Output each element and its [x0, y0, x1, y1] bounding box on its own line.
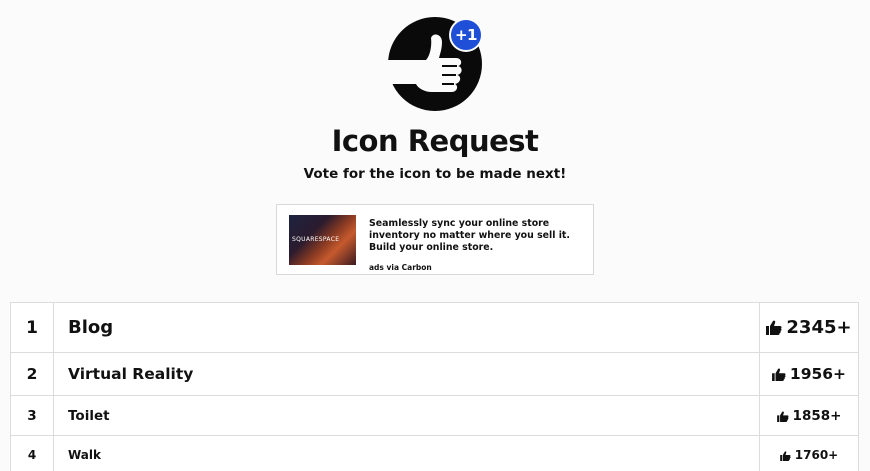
request-table: 1 Blog 2345+ 2 Virtual Reality 1956+ 3 T… [10, 302, 859, 471]
table-row[interactable]: 1 Blog 2345+ [10, 302, 859, 353]
request-name[interactable]: Virtual Reality [53, 352, 760, 396]
ad-brand: SQUARESPACE [292, 236, 340, 243]
page: +1 Icon Request Vote for the icon to be … [0, 0, 870, 471]
thumbs-up-icon [779, 450, 791, 461]
thumbs-up-icon [771, 368, 786, 381]
page-title: Icon Request [331, 124, 539, 158]
ad-via-link[interactable]: ads via Carbon [369, 263, 432, 272]
vote-count: 1956+ [789, 365, 847, 383]
vote-count: 2345+ [786, 317, 852, 338]
ad-text[interactable]: Seamlessly sync your online store invent… [369, 218, 589, 254]
request-name[interactable]: Blog [53, 302, 760, 353]
vote-button[interactable]: 1760+ [759, 435, 859, 471]
table-row[interactable]: 3 Toilet 1858+ [10, 395, 859, 436]
vote-count: 1760+ [794, 447, 839, 462]
table-row[interactable]: 2 Virtual Reality 1956+ [10, 352, 859, 396]
rank-cell: 3 [10, 395, 54, 436]
rank-cell: 2 [10, 352, 54, 396]
request-name[interactable]: Walk [53, 435, 760, 471]
vote-count: 1858+ [792, 407, 842, 424]
request-name[interactable]: Toilet [53, 395, 760, 436]
plus-one-badge: +1 [449, 18, 483, 52]
carbon-ad[interactable]: SQUARESPACE Seamlessly sync your online … [276, 204, 594, 275]
ad-image[interactable]: SQUARESPACE [289, 215, 356, 265]
rank-cell: 1 [10, 302, 54, 353]
rank-cell: 4 [10, 435, 54, 471]
thumbs-up-icon [766, 320, 782, 335]
vote-button[interactable]: 1956+ [759, 352, 859, 396]
table-row[interactable]: 4 Walk 1760+ [10, 435, 859, 471]
vote-button[interactable]: 1858+ [759, 395, 859, 436]
vote-button[interactable]: 2345+ [759, 302, 859, 353]
thumbs-up-icon [776, 410, 789, 422]
page-subtitle: Vote for the icon to be made next! [303, 166, 567, 182]
